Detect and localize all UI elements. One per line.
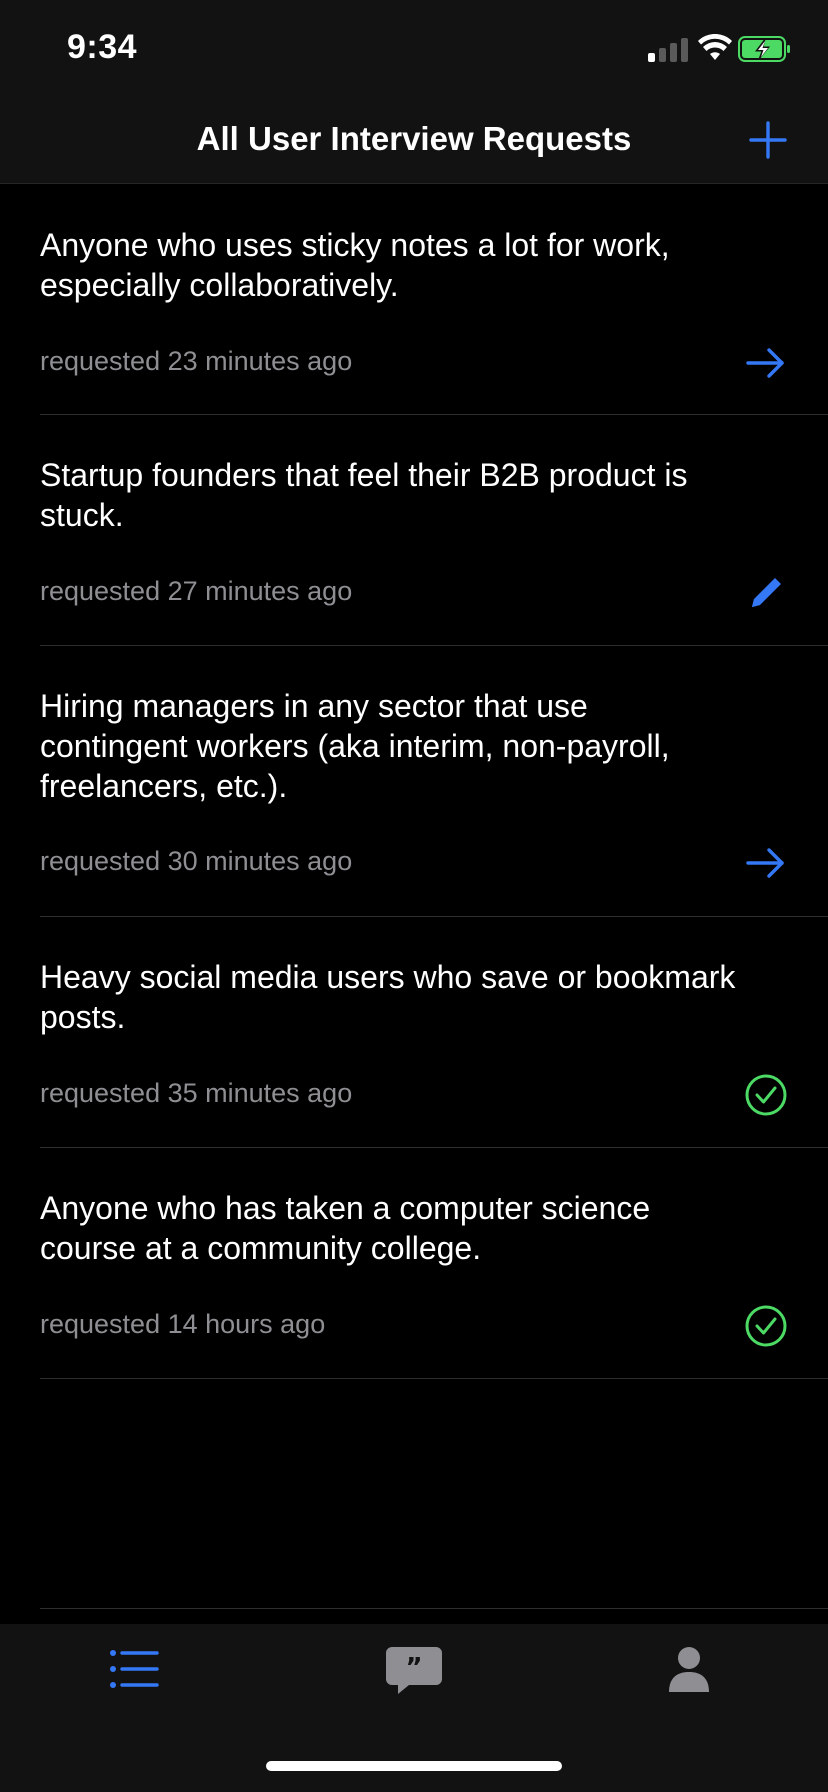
list-item[interactable]: Startup founders that feel their B2B pro… bbox=[40, 415, 828, 646]
request-description: Hiring managers in any sector that use c… bbox=[40, 688, 670, 804]
request-timestamp: requested 30 minutes ago bbox=[40, 846, 353, 876]
chat-quote-icon: ” bbox=[386, 1647, 442, 1694]
tab-requests-list[interactable] bbox=[107, 1644, 167, 1694]
wifi-icon bbox=[698, 34, 732, 60]
list-item[interactable]: Heavy social media users who save or boo… bbox=[40, 917, 828, 1148]
check-circle-icon[interactable] bbox=[744, 1304, 788, 1348]
tab-messages[interactable]: ” bbox=[384, 1644, 444, 1694]
home-indicator bbox=[266, 1761, 562, 1771]
svg-text:”: ” bbox=[405, 1653, 422, 1683]
request-timestamp: requested 27 minutes ago bbox=[40, 576, 353, 606]
status-bar: 9:34 bbox=[0, 0, 828, 96]
screen: 9:34 All User Interview Requests Anyone … bbox=[0, 0, 828, 1792]
nav-bar: All User Interview Requests bbox=[0, 96, 828, 184]
arrow-right-icon[interactable] bbox=[744, 341, 788, 385]
request-timestamp: requested 14 hours ago bbox=[40, 1309, 326, 1339]
check-circle-icon[interactable] bbox=[744, 1073, 788, 1117]
divider bbox=[40, 1608, 828, 1609]
status-time: 9:34 bbox=[67, 28, 138, 66]
page-title: All User Interview Requests bbox=[196, 120, 632, 157]
request-description: Anyone who has taken a computer science … bbox=[40, 1190, 651, 1266]
request-description: Anyone who uses sticky notes a lot for w… bbox=[40, 227, 670, 303]
request-description: Startup founders that feel their B2B pro… bbox=[40, 457, 688, 533]
battery-charging-icon bbox=[738, 36, 790, 62]
request-timestamp: requested 35 minutes ago bbox=[40, 1078, 353, 1108]
request-description: Heavy social media users who save or boo… bbox=[40, 959, 736, 1035]
request-list: Anyone who uses sticky notes a lot for w… bbox=[0, 185, 828, 1379]
request-timestamp: requested 23 minutes ago bbox=[40, 346, 353, 376]
add-request-button[interactable] bbox=[744, 116, 792, 164]
list-item[interactable]: Anyone who uses sticky notes a lot for w… bbox=[40, 185, 828, 415]
list-icon bbox=[110, 1650, 159, 1688]
signal-icon bbox=[648, 38, 688, 62]
person-icon bbox=[669, 1647, 709, 1692]
list-item[interactable]: Hiring managers in any sector that use c… bbox=[40, 646, 828, 917]
pencil-icon[interactable] bbox=[744, 571, 788, 615]
list-item[interactable]: Anyone who has taken a computer science … bbox=[40, 1148, 828, 1379]
tab-profile[interactable] bbox=[659, 1644, 719, 1694]
arrow-right-icon[interactable] bbox=[744, 841, 788, 885]
